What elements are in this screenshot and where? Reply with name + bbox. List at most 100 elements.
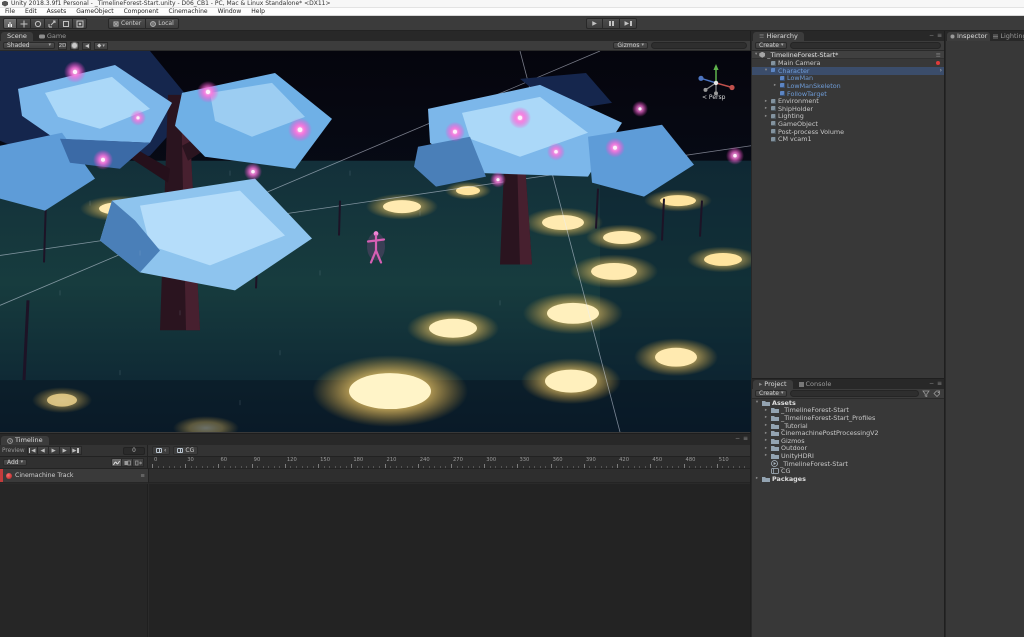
- menu-help[interactable]: Help: [246, 8, 270, 16]
- ruler-minor-tick: [733, 466, 734, 469]
- space-local-button[interactable]: Local: [146, 18, 179, 29]
- ruler-minor-tick: [711, 466, 712, 469]
- foldout-icon[interactable]: ▸: [772, 83, 778, 88]
- clip-edit-mode-icon-button[interactable]: [122, 458, 133, 467]
- foldout-icon[interactable]: ▸: [763, 423, 769, 428]
- project-search-input[interactable]: [790, 390, 919, 397]
- hierarchy-create-dropdown[interactable]: Create ▾: [755, 42, 787, 49]
- foldout-icon[interactable]: ▸: [763, 415, 769, 420]
- rect-tool-button[interactable]: [59, 18, 73, 29]
- foldout-icon[interactable]: ▸: [763, 446, 769, 451]
- move-tool-button[interactable]: [17, 18, 31, 29]
- tab-timeline[interactable]: Timeline: [1, 436, 49, 445]
- hierarchy-scene-row[interactable]: ▾ _TimelineForest-Start* ≡: [752, 51, 944, 59]
- scale-tool-button[interactable]: [45, 18, 59, 29]
- menu-component[interactable]: Component: [119, 8, 164, 16]
- timeline-play-button[interactable]: ▶: [49, 446, 60, 455]
- foldout-icon[interactable]: ▸: [763, 106, 769, 111]
- goto-end-button[interactable]: ▶: [71, 446, 82, 455]
- panel-menu-icons[interactable]: − ≡: [929, 32, 942, 39]
- asset-icon: [771, 438, 779, 444]
- foldout-icon[interactable]: ▸: [754, 476, 760, 481]
- foldout-icon[interactable]: ▾: [763, 68, 769, 73]
- open-prefab-arrow-icon[interactable]: ›: [940, 67, 942, 75]
- panel-menu-icons[interactable]: − ≡: [929, 380, 942, 387]
- hierarchy-item-lowman[interactable]: LowMan: [752, 75, 944, 83]
- preview-toggle[interactable]: Preview: [2, 448, 25, 454]
- pause-button[interactable]: [603, 18, 620, 29]
- timeline-asset-chip[interactable]: CG: [173, 446, 198, 455]
- hierarchy-item-lowmanskeleton[interactable]: ▸LowManSkeleton: [752, 82, 944, 90]
- scene-pane: Scene Game Shaded ▾ 2D ◆ ▾ Gizmos ▾: [0, 31, 751, 433]
- hierarchy-icon: ≡: [759, 32, 764, 41]
- gameobject-label: CM vcam1: [778, 135, 812, 143]
- draw-mode-dropdown[interactable]: Shaded ▾: [3, 42, 55, 49]
- pivot-center-button[interactable]: Center: [108, 18, 146, 29]
- dropdown-caret-icon: ▾: [641, 42, 644, 49]
- scene-viewport[interactable]: < Persp: [0, 51, 751, 432]
- timeline-add-dropdown[interactable]: Add ▾: [3, 459, 27, 466]
- tab-project[interactable]: ▸ Project: [753, 380, 793, 389]
- tab-game[interactable]: Game: [33, 32, 72, 41]
- step-button[interactable]: ▶: [620, 18, 637, 29]
- hierarchy-item-character[interactable]: ▾Character›: [752, 67, 944, 75]
- scene-lighting-toggle[interactable]: [70, 42, 79, 50]
- play-button[interactable]: ▶: [586, 18, 603, 29]
- cinemachine-track-header[interactable]: Cinemachine Track ≡: [0, 469, 148, 483]
- foldout-icon[interactable]: ▸: [763, 453, 769, 458]
- foldout-icon[interactable]: ▸: [763, 114, 769, 119]
- foldout-icon[interactable]: ▸: [763, 431, 769, 436]
- persp-label[interactable]: < Persp: [702, 94, 725, 101]
- track-menu-icon[interactable]: ≡: [140, 473, 145, 479]
- menu-window[interactable]: Window: [213, 8, 247, 16]
- scene-menu-icon[interactable]: ≡: [936, 51, 941, 59]
- foldout-icon[interactable]: ▸: [763, 438, 769, 443]
- transform-tool-button[interactable]: [73, 18, 87, 29]
- toggle-2d-label: 2D: [59, 43, 67, 49]
- foldout-icon[interactable]: ▾: [754, 400, 760, 405]
- search-by-label-icon[interactable]: [933, 390, 941, 397]
- next-frame-button[interactable]: ▶: [60, 446, 71, 455]
- goto-start-icon: ◀: [31, 448, 35, 454]
- prev-frame-button[interactable]: ◀: [38, 446, 49, 455]
- rotate-tool-button[interactable]: [31, 18, 45, 29]
- tab-scene[interactable]: Scene: [1, 32, 33, 41]
- hierarchy-search-input[interactable]: [790, 42, 941, 49]
- project-create-dropdown[interactable]: Create ▾: [755, 390, 787, 397]
- timeline-ruler[interactable]: 0306090120150180210240270300330360390420…: [149, 457, 750, 468]
- menu-file[interactable]: File: [0, 8, 20, 16]
- tab-hierarchy[interactable]: ≡ Hierarchy: [753, 32, 804, 41]
- menu-gameobject[interactable]: GameObject: [71, 8, 118, 16]
- menu-edit[interactable]: Edit: [20, 8, 42, 16]
- ripple-edit-mode-icon-button[interactable]: [133, 458, 144, 467]
- effects-dropdown[interactable]: ◆ ▾: [94, 42, 108, 50]
- scene-audio-toggle[interactable]: [82, 42, 91, 50]
- tab-inspector[interactable]: Inspector: [947, 32, 990, 41]
- curves-view-toggle[interactable]: [111, 458, 122, 467]
- hierarchy-tree: Main Camera▾Character›LowMan▸LowManSkele…: [752, 59, 944, 143]
- frame-field[interactable]: 0: [123, 447, 145, 455]
- hierarchy-item-cm-vcam1[interactable]: CM vcam1: [752, 135, 944, 143]
- timeline-clips-empty[interactable]: [149, 484, 750, 637]
- foldout-icon[interactable]: ▸: [763, 408, 769, 413]
- menu-assets[interactable]: Assets: [42, 8, 72, 16]
- search-by-type-icon[interactable]: [922, 390, 930, 397]
- ruler-major-tick: [617, 464, 618, 468]
- toggle-2d-button[interactable]: 2D: [58, 42, 67, 50]
- gizmos-dropdown[interactable]: Gizmos ▾: [613, 42, 648, 49]
- tab-lighting-label: Lighting: [1000, 32, 1024, 41]
- project-item-packages[interactable]: ▸Packages: [752, 475, 944, 483]
- goto-start-button[interactable]: ◀: [27, 446, 38, 455]
- timeline-tracklist-empty[interactable]: [0, 484, 148, 637]
- menu-cinemachine[interactable]: Cinemachine: [163, 8, 212, 16]
- tab-lighting[interactable]: Lighting: [990, 32, 1024, 41]
- foldout-icon[interactable]: ▸: [763, 99, 769, 104]
- ruler-minor-tick: [722, 466, 723, 469]
- cinemachine-track-lane[interactable]: [148, 469, 750, 483]
- scene-search-input[interactable]: [651, 42, 747, 49]
- tab-console[interactable]: Console: [793, 380, 838, 389]
- hand-tool-button[interactable]: [3, 18, 17, 29]
- panel-menu-icons[interactable]: − ≡: [735, 435, 748, 442]
- ruler-major-tick: [584, 464, 585, 468]
- timeline-back-chip[interactable]: ‹: [152, 446, 170, 455]
